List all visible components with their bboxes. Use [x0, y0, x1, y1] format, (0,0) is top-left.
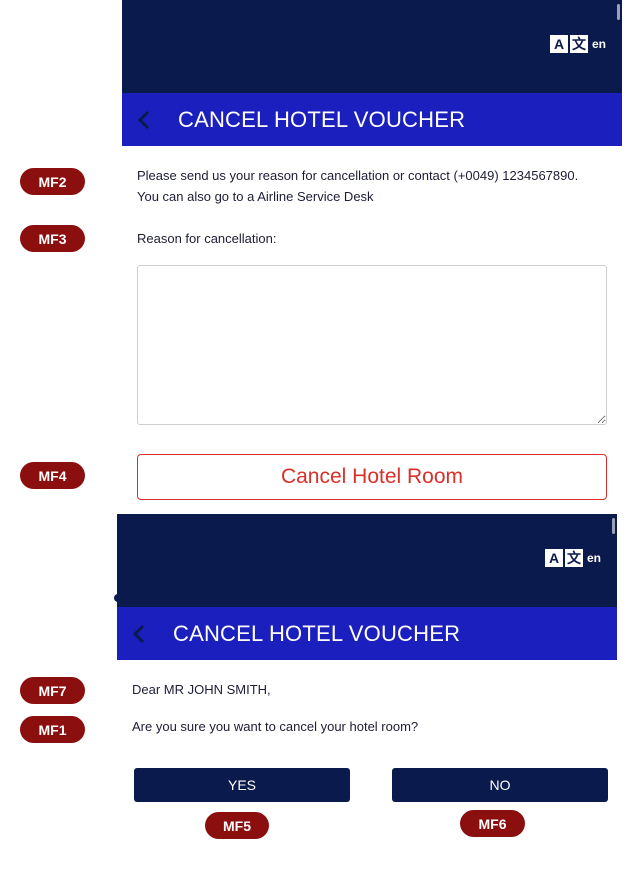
language-switcher[interactable]: A 文 en [550, 35, 606, 53]
language-icon-latin: A [545, 549, 563, 567]
title-bar: CANCEL HOTEL VOUCHER [117, 607, 617, 660]
marker-mf7: MF7 [20, 677, 85, 704]
cancellation-message: Please send us your reason for cancellat… [137, 168, 579, 204]
language-switcher[interactable]: A 文 en [545, 549, 601, 567]
marker-mf1: MF1 [20, 716, 85, 743]
decorative-dot [114, 594, 122, 602]
back-arrow-icon[interactable] [130, 106, 158, 134]
cancel-hotel-room-button[interactable]: Cancel Hotel Room [137, 454, 607, 500]
reason-label: Reason for cancellation: [137, 231, 277, 246]
yes-button[interactable]: YES [134, 768, 350, 802]
language-code: en [587, 551, 602, 565]
language-icon-latin: A [550, 35, 568, 53]
page-title: CANCEL HOTEL VOUCHER [178, 106, 466, 132]
language-code: en [592, 37, 607, 51]
app-header: A 文 en [122, 0, 622, 93]
greeting: Dear MR JOHN SMITH, [132, 682, 271, 697]
language-icon-cjk: 文 [565, 549, 583, 567]
marker-mf3: MF3 [20, 225, 85, 252]
confirmation-question: Are you sure you want to cancel your hot… [132, 719, 419, 734]
language-icon-cjk: 文 [570, 35, 588, 53]
marker-mf4: MF4 [20, 462, 85, 489]
title-bar: CANCEL HOTEL VOUCHER [122, 93, 622, 146]
scrollbar[interactable] [612, 518, 615, 534]
app-header: A 文 en [117, 514, 617, 607]
reason-textarea[interactable] [137, 265, 607, 425]
page-title: CANCEL HOTEL VOUCHER [173, 620, 461, 646]
marker-mf5: MF5 [205, 812, 269, 839]
marker-mf2: MF2 [20, 168, 85, 195]
marker-mf6: MF6 [460, 810, 525, 837]
no-button[interactable]: NO [392, 768, 608, 802]
scrollbar[interactable] [617, 4, 620, 20]
back-arrow-icon[interactable] [125, 620, 153, 648]
